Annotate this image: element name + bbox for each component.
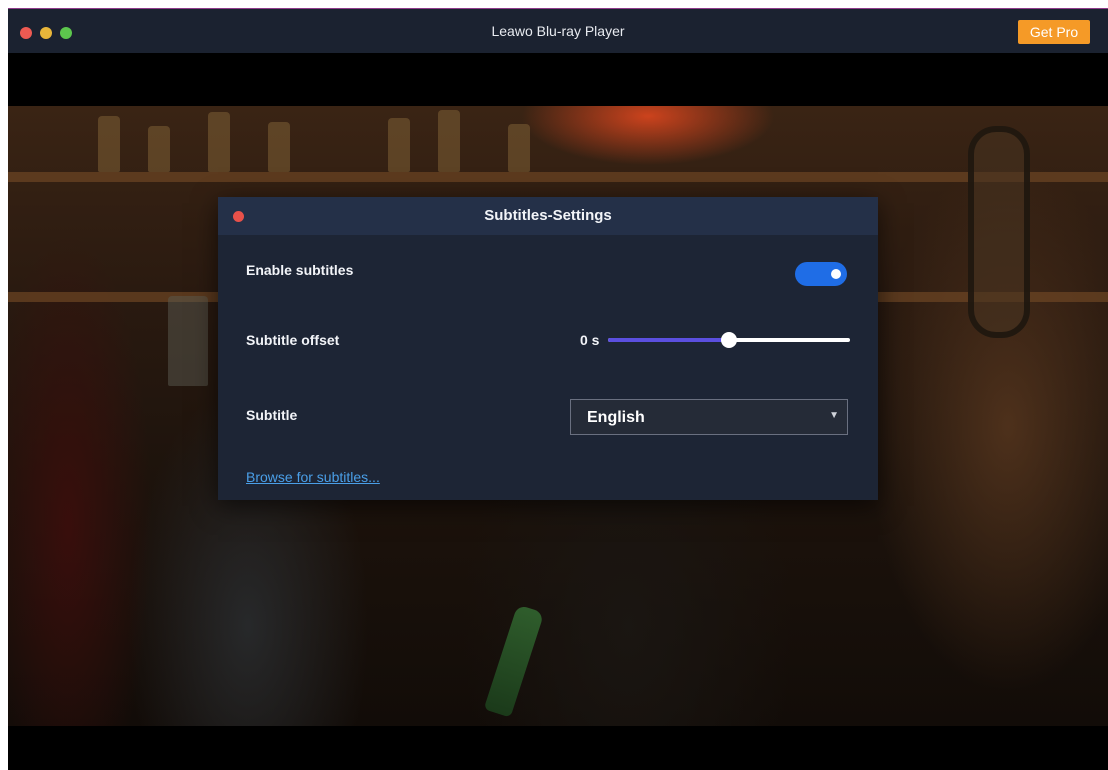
- subtitle-offset-value: 0 s: [580, 332, 600, 348]
- enable-subtitles-toggle[interactable]: [795, 262, 847, 286]
- subtitle-offset-label: Subtitle offset: [246, 332, 340, 348]
- bottle: [268, 122, 290, 172]
- bottle: [388, 118, 410, 172]
- bar-shelf: [8, 172, 1108, 182]
- wall-frame: [968, 126, 1030, 338]
- app-title: Leawo Blu-ray Player: [491, 23, 625, 39]
- enable-subtitles-label: Enable subtitles: [246, 262, 354, 278]
- slider-fill: [608, 338, 729, 342]
- subtitle-label: Subtitle: [246, 407, 298, 423]
- dialog-header: Subtitles-Settings: [218, 197, 878, 235]
- browse-subtitles-link[interactable]: Browse for subtitles...: [246, 469, 380, 485]
- subtitle-offset-slider[interactable]: [608, 332, 850, 348]
- bottle: [98, 116, 120, 172]
- toggle-knob: [831, 269, 841, 279]
- title-bar: Leawo Blu-ray Player Get Pro: [8, 9, 1108, 53]
- chevron-down-icon: ▼: [829, 410, 839, 421]
- letterbox-bar: [8, 726, 1108, 770]
- dialog-title: Subtitles-Settings: [484, 207, 612, 224]
- subtitle-language-value: English: [587, 409, 645, 426]
- subtitle-language-select[interactable]: English ▼: [570, 399, 848, 435]
- subtitles-settings-dialog: Subtitles-Settings Enable subtitles Subt…: [218, 197, 878, 500]
- bottle: [438, 110, 460, 172]
- glassware: [168, 296, 208, 386]
- beer-bottle: [483, 604, 545, 718]
- bottle: [508, 124, 530, 172]
- get-pro-button[interactable]: Get Pro: [1018, 20, 1090, 44]
- player-window: Leawo Blu-ray Player Get Pro Subtitles-S…: [8, 8, 1108, 770]
- slider-thumb[interactable]: [721, 332, 737, 348]
- bottle: [148, 126, 170, 172]
- bottle: [208, 112, 230, 172]
